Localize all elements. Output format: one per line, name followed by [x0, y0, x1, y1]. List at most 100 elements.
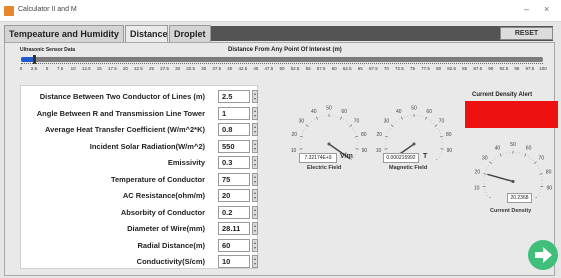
gauge-minor-tick [483, 183, 485, 184]
gauge-minor-tick [442, 142, 443, 144]
gauge-minor-tick [302, 133, 303, 134]
slider-tick-label: 20 [122, 66, 128, 71]
gauge-tick-label: 40 [495, 146, 501, 152]
tab-temperature-humidity[interactable]: Tempeature and Humidity [4, 25, 124, 42]
slider-tick-label: 65 [357, 66, 363, 71]
gauge-minor-tick [300, 145, 301, 147]
param-stepper[interactable] [252, 106, 258, 120]
gauge-minor-tick [506, 152, 507, 154]
param-row: Angle Between R and Transmission Line To… [21, 106, 259, 122]
gauge-minor-tick [483, 186, 485, 187]
tab-droplet[interactable]: Droplet [169, 25, 211, 42]
gauge-minor-tick [356, 139, 358, 140]
minimize-icon[interactable]: – [524, 4, 529, 14]
gauge-minor-tick [303, 130, 305, 132]
param-stepper[interactable] [252, 156, 258, 169]
gauge-minor-tick [407, 115, 409, 117]
gauge-tick [435, 159, 438, 160]
gauge-minor-tick [538, 195, 539, 196]
gauge-tick-label: 60 [426, 109, 432, 115]
param-row: Incident Solar Radiation(W/m^2) 550 [21, 139, 259, 155]
param-label: Angle Between R and Transmission Line To… [36, 108, 205, 118]
param-stepper[interactable] [252, 205, 258, 219]
slider-tick-labels: 0 2.5 5 7.5 10 12.5 15 17.5 20 22.5 25 27.5 30 32.5 35… [20, 66, 547, 74]
param-row: Radial Distance(m) 60 [21, 238, 259, 254]
gauge-minor-tick [404, 116, 406, 118]
gauge-minor-tick [300, 139, 302, 140]
next-button[interactable] [528, 240, 558, 270]
param-stepper[interactable] [252, 222, 258, 235]
gauge-minor-tick [483, 179, 485, 181]
param-value-input[interactable]: 60 [218, 238, 250, 252]
gauge-minor-tick [515, 152, 517, 153]
param-stepper[interactable] [252, 255, 258, 268]
param-value-input[interactable]: 28.11 [218, 222, 250, 235]
slider-tick-label: 12.5 [81, 66, 91, 71]
title-bar: Calculator II and M – × [0, 0, 561, 22]
param-stepper[interactable] [252, 90, 258, 103]
gauge-minor-tick [541, 183, 543, 184]
gauge-minor-tick [541, 176, 543, 178]
gauge-minor-tick [440, 133, 441, 134]
param-stepper[interactable] [252, 139, 258, 153]
slider-tick-label: 57.5 [316, 66, 326, 71]
gauge-minor-tick [438, 130, 440, 132]
sensor-label: Ultrasonic Sensor Data [20, 47, 76, 53]
distance-slider[interactable] [21, 55, 543, 64]
param-value-input[interactable]: 550 [218, 139, 250, 153]
gauge-minor-tick [353, 130, 355, 132]
gauge-minor-tick [410, 115, 412, 116]
param-value-input[interactable]: 75 [218, 172, 250, 186]
gauge-minor-tick [308, 123, 310, 124]
param-value-input[interactable]: 0.2 [218, 205, 250, 219]
gauge-minor-tick [311, 121, 312, 122]
gauge-minor-tick [425, 117, 427, 119]
param-value-input[interactable]: 10 [218, 255, 250, 268]
param-value-input[interactable]: 20 [218, 189, 250, 202]
slider-tick-label: 97.5 [525, 66, 535, 71]
param-stepper[interactable] [252, 238, 258, 252]
param-value-input[interactable]: 0.3 [218, 156, 250, 169]
param-label: Average Heat Transfer Coefficient (W/m^2… [45, 125, 205, 134]
gauge-minor-tick [483, 176, 485, 178]
tab-distance[interactable]: Distance [125, 25, 168, 43]
gauge-minor-tick [437, 127, 438, 129]
param-label: Absorbity of Conductor [120, 207, 205, 217]
param-stepper[interactable] [252, 123, 258, 136]
gauge-minor-tick [300, 142, 301, 144]
app-window: Calculator II and M – × Tempeature and H… [0, 0, 561, 278]
gauge-minor-tick [350, 125, 352, 126]
gauge-tick-label: 70 [354, 118, 360, 124]
param-value-input[interactable]: 2.5 [218, 90, 250, 103]
gauge-minor-tick [525, 154, 526, 156]
gauge-minor-tick [343, 119, 345, 120]
gauge-minor-tick [398, 119, 400, 120]
param-value-input[interactable]: 0.8 [218, 123, 250, 136]
gauge-minor-tick [388, 130, 390, 132]
gauge-tick-label: 10 [291, 148, 297, 154]
gauge-minor-tick [385, 142, 386, 144]
gauge-minor-tick [512, 151, 514, 153]
gauge-minor-tick [490, 162, 491, 163]
gauge-minor-tick [390, 127, 391, 129]
param-label: Incident Solar Radiation(W/m^2) [89, 141, 205, 151]
electric-field-value: 7.32174E+9 [299, 153, 337, 163]
slider-tick-label: 62.5 [342, 66, 352, 71]
gauge-tick-label: 80 [361, 132, 367, 138]
gauge-minor-tick [428, 119, 430, 120]
slider-tick-label: 35 [201, 66, 207, 71]
gauge-minor-tick [440, 154, 441, 156]
gauge-tick-label: 90 [447, 148, 453, 154]
gauge-hub [412, 142, 416, 146]
slider-tick-label: 22.5 [134, 66, 143, 71]
param-stepper[interactable] [252, 172, 258, 186]
gauge-minor-tick [353, 157, 355, 159]
reset-button[interactable]: RESET [500, 27, 553, 40]
close-icon[interactable]: × [544, 4, 549, 14]
param-value-input[interactable]: 1 [218, 106, 250, 120]
gauge-tick-label: 70 [538, 155, 544, 161]
param-stepper[interactable] [252, 189, 258, 202]
electric-field-caption: Electric Field [307, 165, 342, 171]
slider-tick-label: 25 [148, 66, 155, 71]
gauge-minor-tick [356, 148, 358, 150]
